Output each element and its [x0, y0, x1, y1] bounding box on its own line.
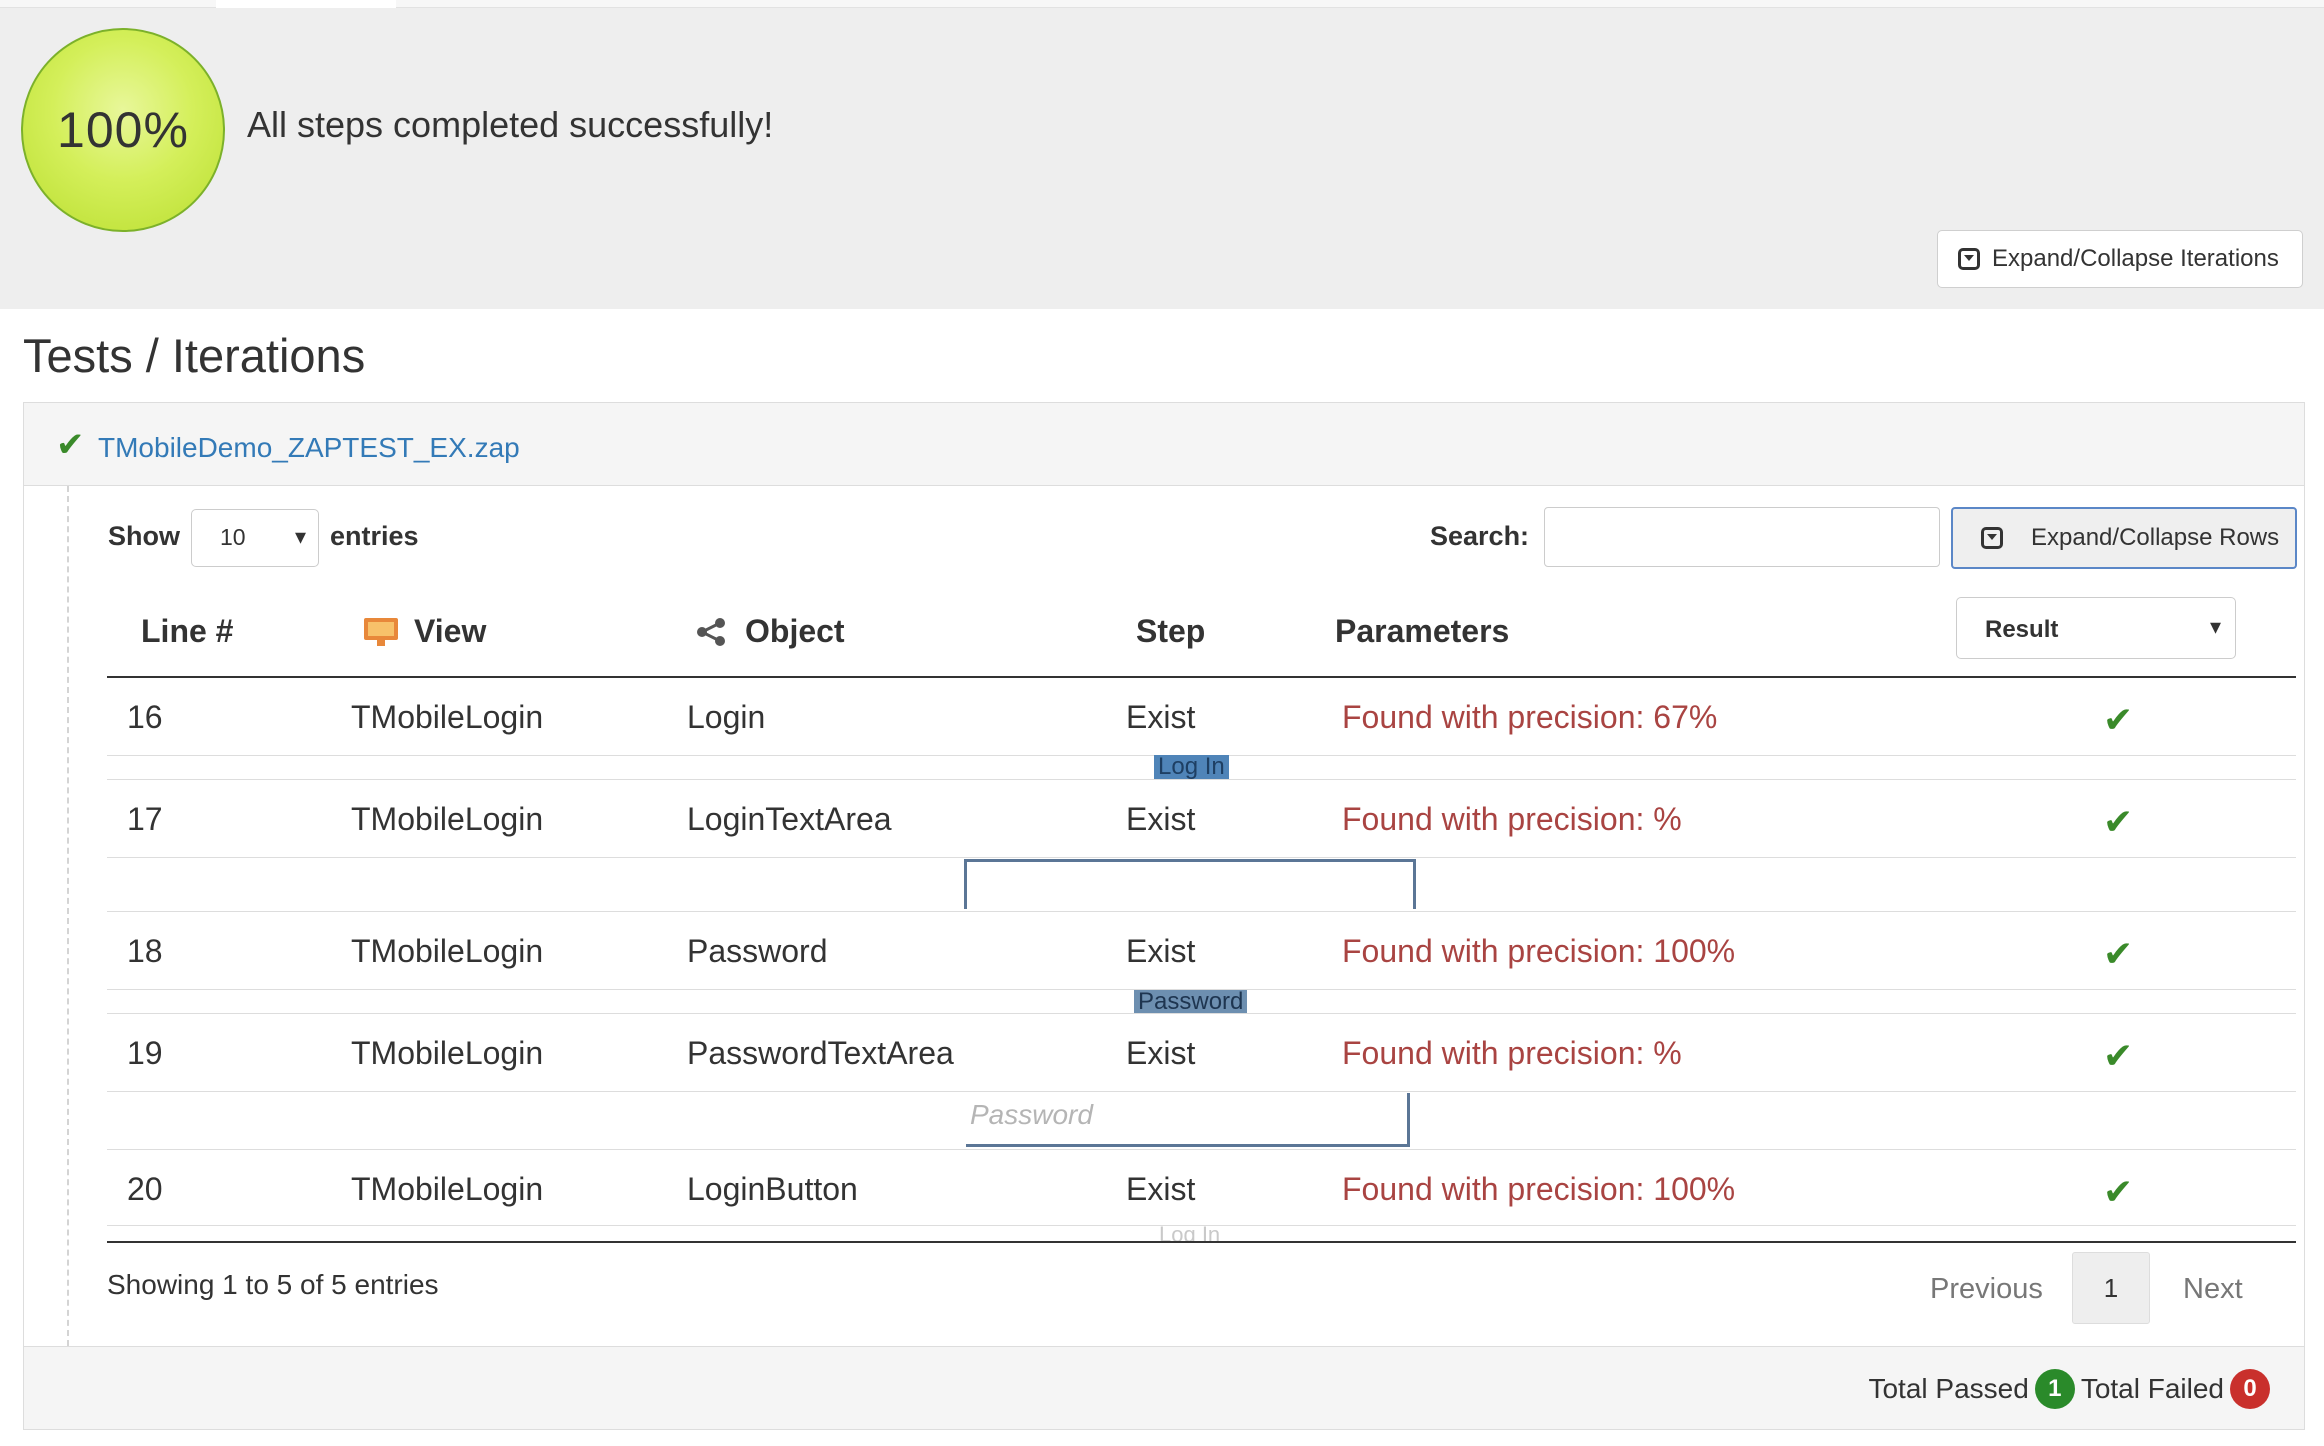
- cell-line: 16: [127, 699, 163, 735]
- active-tab-mark: [216, 0, 396, 8]
- table-footer-rule: [107, 1241, 2296, 1243]
- show-label: Show: [108, 521, 180, 551]
- cell-step: Exist: [1126, 699, 1196, 735]
- pagination-page-1[interactable]: 1: [2072, 1252, 2150, 1324]
- panel-header: ✔ TMobileDemo_ZAPTEST_EX.zap: [24, 403, 2304, 486]
- column-header-view[interactable]: View: [364, 613, 486, 650]
- share-icon: [697, 617, 725, 646]
- totals-summary: Total Passed 1 Total Failed 0: [1868, 1369, 2276, 1409]
- collapse-toggle-icon: [1958, 248, 1980, 270]
- total-failed-badge: 0: [2230, 1369, 2270, 1409]
- cell-view: TMobileLogin: [351, 1035, 544, 1071]
- total-passed-badge: 1: [2034, 1369, 2075, 1409]
- table-header-rule: [107, 676, 2296, 678]
- panel-footer: Total Passed 1 Total Failed 0: [24, 1346, 2304, 1429]
- row-snapshot-image: [964, 859, 1416, 909]
- column-header-parameters[interactable]: Parameters: [1335, 613, 1509, 650]
- cell-line: 19: [127, 1035, 163, 1071]
- cell-step: Exist: [1126, 933, 1196, 969]
- progress-label: 100%: [57, 102, 189, 158]
- cell-parameters: Found with precision: %: [1342, 1035, 1682, 1071]
- row-snapshot-image: Log In: [1154, 755, 1229, 779]
- column-header-object[interactable]: Object: [695, 613, 845, 650]
- column-header-parameters-label: Parameters: [1335, 613, 1510, 649]
- cell-object: LoginButton: [687, 1171, 858, 1207]
- total-passed-label: Total Passed: [1868, 1373, 2029, 1404]
- column-header-line-label: Line #: [141, 613, 234, 649]
- cell-parameters: Found with precision: %: [1342, 801, 1682, 837]
- row-divider: [107, 1149, 2296, 1150]
- total-failed-label: Total Failed: [2080, 1373, 2224, 1404]
- row-divider: [107, 779, 2296, 780]
- table-info: Showing 1 to 5 of 5 entries: [107, 1269, 439, 1300]
- pagination-previous[interactable]: Previous: [1930, 1273, 2043, 1306]
- pass-check-icon: ✔: [2103, 1035, 2134, 1076]
- cell-view: TMobileLogin: [351, 1171, 544, 1207]
- cell-view: TMobileLogin: [351, 801, 544, 837]
- cell-step: Exist: [1126, 1035, 1196, 1071]
- expand-collapse-rows-label: Expand/Collapse Rows: [2031, 524, 2280, 551]
- pagination-next[interactable]: Next: [2183, 1273, 2243, 1306]
- section-title: Tests / Iterations: [23, 329, 366, 382]
- column-header-step-label: Step: [1136, 613, 1206, 649]
- check-icon: ✔: [56, 426, 85, 464]
- pass-check-icon: ✔: [2103, 699, 2134, 740]
- pass-check-icon: ✔: [2103, 801, 2134, 842]
- cell-view: TMobileLogin: [351, 933, 544, 969]
- pass-check-icon: ✔: [2103, 1171, 2134, 1212]
- page-size-select[interactable]: 10: [191, 509, 319, 567]
- cell-step: Exist: [1126, 801, 1196, 837]
- column-header-view-label: View: [414, 613, 487, 649]
- cell-line: 17: [127, 801, 163, 837]
- iteration-panel: ✔ TMobileDemo_ZAPTEST_EX.zap Show 10 ent…: [23, 402, 2305, 1430]
- cell-view: TMobileLogin: [351, 699, 544, 735]
- column-header-object-label: Object: [745, 613, 845, 649]
- summary-message: All steps completed successfully!: [247, 104, 774, 145]
- result-filter-select[interactable]: Result: [1956, 597, 2236, 659]
- tree-guide-line: [67, 486, 69, 1346]
- expand-collapse-iterations-label: Expand/Collapse Iterations: [1992, 245, 2279, 272]
- row-divider: [107, 1013, 2296, 1014]
- search-input[interactable]: [1544, 507, 1940, 567]
- row-divider: [107, 1091, 2296, 1092]
- cell-object: PasswordTextArea: [687, 1035, 954, 1071]
- test-file-link[interactable]: TMobileDemo_ZAPTEST_EX.zap: [98, 432, 520, 464]
- cell-parameters: Found with precision: 100%: [1342, 933, 1736, 969]
- entries-label: entries: [330, 521, 419, 551]
- expand-collapse-iterations-button[interactable]: Expand/Collapse Iterations: [1937, 230, 2303, 288]
- column-header-line[interactable]: Line #: [141, 613, 233, 650]
- summary-panel: 100% All steps completed successfully! E…: [0, 0, 2324, 309]
- row-divider: [107, 911, 2296, 912]
- row-divider: [107, 857, 2296, 858]
- column-header-step[interactable]: Step: [1136, 613, 1205, 650]
- search-label: Search:: [1430, 521, 1530, 551]
- monitor-icon: [364, 617, 398, 646]
- cell-line: 20: [127, 1171, 163, 1207]
- cell-line: 18: [127, 933, 163, 969]
- cell-object: LoginTextArea: [687, 801, 892, 837]
- pass-check-icon: ✔: [2103, 933, 2134, 974]
- cell-parameters: Found with precision: 67%: [1342, 699, 1718, 735]
- cell-object: Password: [687, 933, 828, 969]
- collapse-toggle-icon: [1981, 527, 2003, 549]
- cell-step: Exist: [1126, 1171, 1196, 1207]
- expand-collapse-rows-button[interactable]: Expand/Collapse Rows: [1951, 507, 2297, 569]
- row-snapshot-image: Password: [1134, 990, 1248, 1014]
- cell-parameters: Found with precision: 100%: [1342, 1171, 1736, 1207]
- row-snapshot-image: Password: [966, 1093, 1410, 1147]
- progress-indicator: 100%: [21, 28, 225, 232]
- cell-object: Login: [687, 699, 766, 735]
- top-tab-strip: [0, 0, 2324, 8]
